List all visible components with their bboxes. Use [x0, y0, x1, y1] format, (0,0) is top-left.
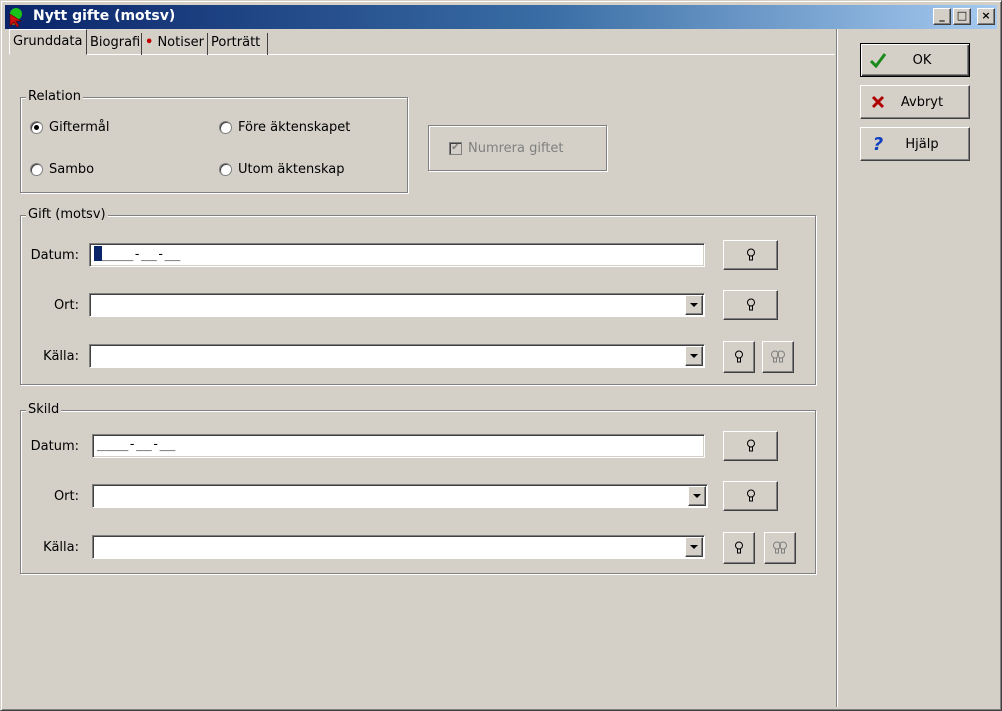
skild-legend: Skild: [26, 402, 62, 417]
chevron-down-icon[interactable]: [685, 346, 703, 366]
radio-utom-aktenskap[interactable]: Utom äktenskap: [219, 162, 344, 177]
relation-group: Relation Giftermål Före äktenskapet Samb…: [20, 89, 408, 193]
lightbulb-icon: [746, 248, 755, 261]
close-button[interactable]: ×: [977, 8, 995, 25]
lightbulb-icon: [746, 298, 755, 311]
tab-label: Grunddata: [13, 34, 83, 49]
skild-kalla-multi-lookup-button[interactable]: [764, 532, 796, 564]
tab-biografi[interactable]: Biografi: [87, 33, 142, 55]
title-bar[interactable]: Nytt gifte (motsv) _ □ ×: [5, 5, 997, 29]
radio-unchecked-icon: [30, 163, 43, 176]
gift-group: Gift (motsv) Datum: ____-__-__ Ort: Käll…: [20, 207, 816, 385]
close-icon: [867, 94, 889, 110]
relation-legend: Relation: [26, 89, 83, 104]
skild-ort-combobox[interactable]: [92, 484, 708, 508]
double-lightbulb-icon: [773, 541, 787, 554]
skild-kalla-combobox[interactable]: [92, 535, 705, 559]
gift-ort-combobox[interactable]: [89, 293, 705, 317]
chevron-down-icon[interactable]: [685, 537, 703, 557]
radio-sambo[interactable]: Sambo: [30, 162, 94, 177]
ok-button[interactable]: OK: [860, 43, 970, 77]
skild-datum-input[interactable]: ____-__-__: [92, 434, 705, 458]
dialog-window: Nytt gifte (motsv) _ □ × Grunddata Biogr…: [0, 0, 1002, 711]
skild-datum-label: Datum:: [30, 439, 79, 454]
radio-unchecked-icon: [219, 163, 232, 176]
tab-portratt[interactable]: Porträtt: [208, 33, 268, 55]
radio-checked-icon: [30, 121, 43, 134]
checkmark-icon: [867, 52, 889, 68]
numrera-frame: ✔ Numrera giftet: [428, 125, 607, 171]
tab-label: Biografi: [90, 35, 141, 50]
lightbulb-icon: [735, 541, 743, 554]
skild-group: Skild Datum: ____-__-__ Ort: Källa:: [20, 402, 816, 574]
gift-datum-lookup-button[interactable]: [723, 240, 778, 270]
gift-datum-label: Datum:: [30, 248, 79, 263]
tab-grunddata[interactable]: Grunddata: [9, 29, 87, 55]
radio-unchecked-icon: [219, 121, 232, 134]
numrera-giftet-checkbox[interactable]: ✔ Numrera giftet: [449, 141, 564, 156]
skild-ort-lookup-button[interactable]: [723, 481, 778, 511]
skild-ort-label: Ort:: [53, 489, 79, 504]
radio-fore-aktenskapet[interactable]: Före äktenskapet: [219, 120, 350, 135]
chevron-down-icon[interactable]: [688, 486, 706, 506]
notes-marker-icon: •: [145, 35, 154, 50]
tab-label: Notiser: [157, 35, 204, 50]
tab-label: Porträtt: [211, 35, 261, 50]
checkmark-icon: ✔: [449, 142, 462, 155]
gift-kalla-combobox[interactable]: [89, 344, 705, 368]
cancel-button[interactable]: Avbryt: [860, 85, 970, 119]
window-title: Nytt gifte (motsv): [33, 8, 176, 24]
minimize-button[interactable]: _: [933, 8, 951, 25]
gift-kalla-label: Källa:: [43, 349, 79, 364]
skild-kalla-lookup-button[interactable]: [723, 532, 755, 564]
tab-strip: Grunddata Biografi • Notiser Porträtt: [5, 29, 837, 55]
skild-kalla-label: Källa:: [43, 540, 79, 555]
gift-ort-label: Ort:: [53, 298, 79, 313]
chevron-down-icon[interactable]: [685, 295, 703, 315]
gift-kalla-multi-lookup-button[interactable]: [762, 341, 794, 373]
skild-datum-lookup-button[interactable]: [723, 431, 778, 461]
gift-legend: Gift (motsv): [26, 207, 108, 222]
radio-giftermal[interactable]: Giftermål: [30, 120, 110, 135]
main-panel: Grunddata Biografi • Notiser Porträtt Re…: [5, 29, 837, 707]
tab-notiser[interactable]: • Notiser: [142, 33, 208, 55]
gift-kalla-lookup-button[interactable]: [723, 341, 755, 373]
question-mark-icon: ?: [872, 133, 884, 155]
gift-datum-input[interactable]: ____-__-__: [89, 243, 705, 267]
help-button[interactable]: ? Hjälp: [860, 127, 970, 161]
lightbulb-icon: [735, 350, 743, 363]
gift-ort-lookup-button[interactable]: [723, 290, 778, 320]
lightbulb-icon: [746, 439, 755, 452]
double-lightbulb-icon: [771, 350, 785, 363]
app-tree-icon: [9, 8, 23, 28]
lightbulb-icon: [746, 489, 755, 502]
maximize-button[interactable]: □: [953, 8, 971, 25]
